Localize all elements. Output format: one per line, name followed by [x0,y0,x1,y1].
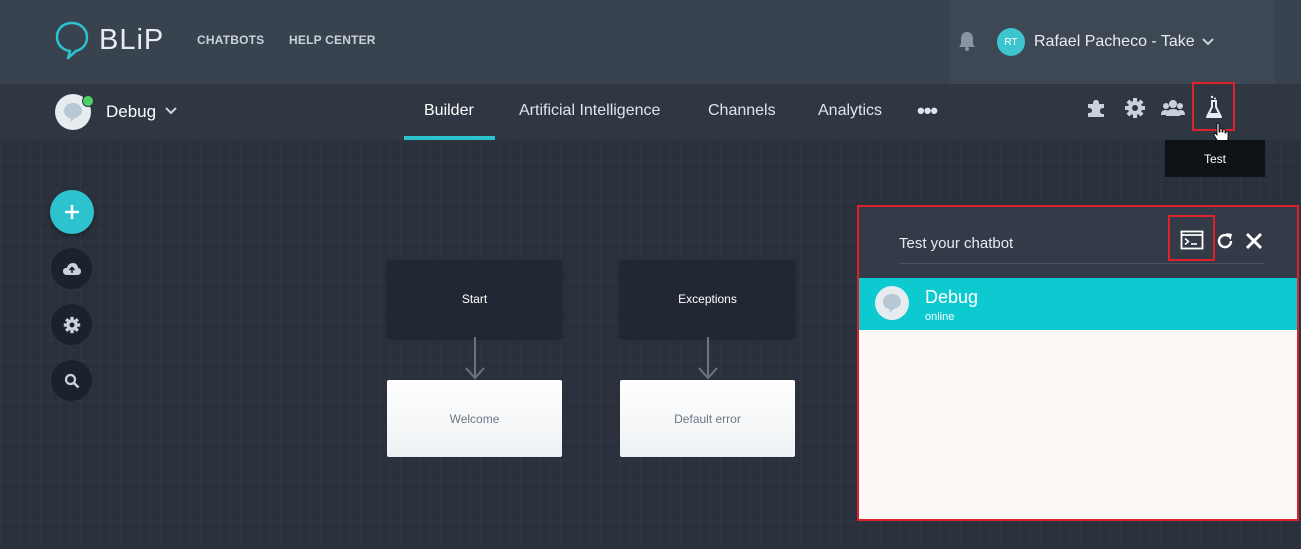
flow-block-default-error[interactable]: Default error [620,380,795,457]
add-block-button[interactable] [50,190,94,234]
search-button[interactable] [51,360,92,401]
connector-arrow [698,337,718,380]
console-button-highlight [1168,215,1215,261]
chat-header: Debug online [859,278,1297,330]
search-icon [64,373,79,388]
flow-block-exceptions[interactable]: Exceptions [620,260,795,337]
upload-button[interactable] [51,248,92,289]
user-name[interactable]: Rafael Pacheco - Take [1034,33,1195,51]
block-label: Welcome [449,411,500,426]
logo-text: BLiP [99,23,165,56]
user-avatar[interactable]: RT [997,28,1025,56]
plus-icon [65,205,79,219]
bot-name[interactable]: Debug [106,102,156,122]
chat-messages-area[interactable] [859,330,1297,519]
chat-bot-status: online [925,311,955,323]
flow-block-welcome[interactable]: Welcome [387,380,562,457]
puzzle-icon[interactable] [1085,97,1107,119]
cloud-upload-icon [62,262,81,275]
nav-help-center[interactable]: HELP CENTER [289,33,376,47]
tab-analytics[interactable]: Analytics [818,102,882,120]
tab-builder[interactable]: Builder [424,102,474,120]
bot-avatar [875,286,909,320]
refresh-icon[interactable] [1215,231,1235,251]
gear-icon [63,316,80,333]
panel-divider [899,263,1264,264]
bell-icon[interactable] [958,31,976,51]
panel-title: Test your chatbot [899,235,1014,252]
connector-arrow [465,337,485,380]
online-indicator [82,95,94,107]
close-icon[interactable] [1245,232,1263,250]
tooltip-test: Test [1165,140,1265,177]
block-label: Default error [674,411,741,426]
chevron-down-icon[interactable] [164,106,178,116]
flow-block-start[interactable]: Start [387,260,562,337]
more-menu-button[interactable]: ••• [917,98,938,124]
bot-bubble-icon [883,294,901,313]
gear-icon[interactable] [1124,97,1146,119]
settings-button[interactable] [51,304,92,345]
users-icon[interactable] [1161,97,1185,119]
chevron-down-icon[interactable] [1201,37,1215,47]
block-label: Exceptions [678,291,737,306]
blip-logo[interactable]: BLiP [54,20,164,60]
block-label: Start [461,291,488,306]
test-chatbot-panel: Test your chatbot Debug online [857,205,1299,521]
chat-bot-name: Debug [925,287,979,307]
tab-artificial-intelligence[interactable]: Artificial Intelligence [519,102,660,120]
tab-channels[interactable]: Channels [708,102,776,120]
nav-chatbots[interactable]: CHATBOTS [197,33,264,47]
speech-bubble-logo-icon [55,21,89,60]
active-tab-indicator [404,136,495,140]
